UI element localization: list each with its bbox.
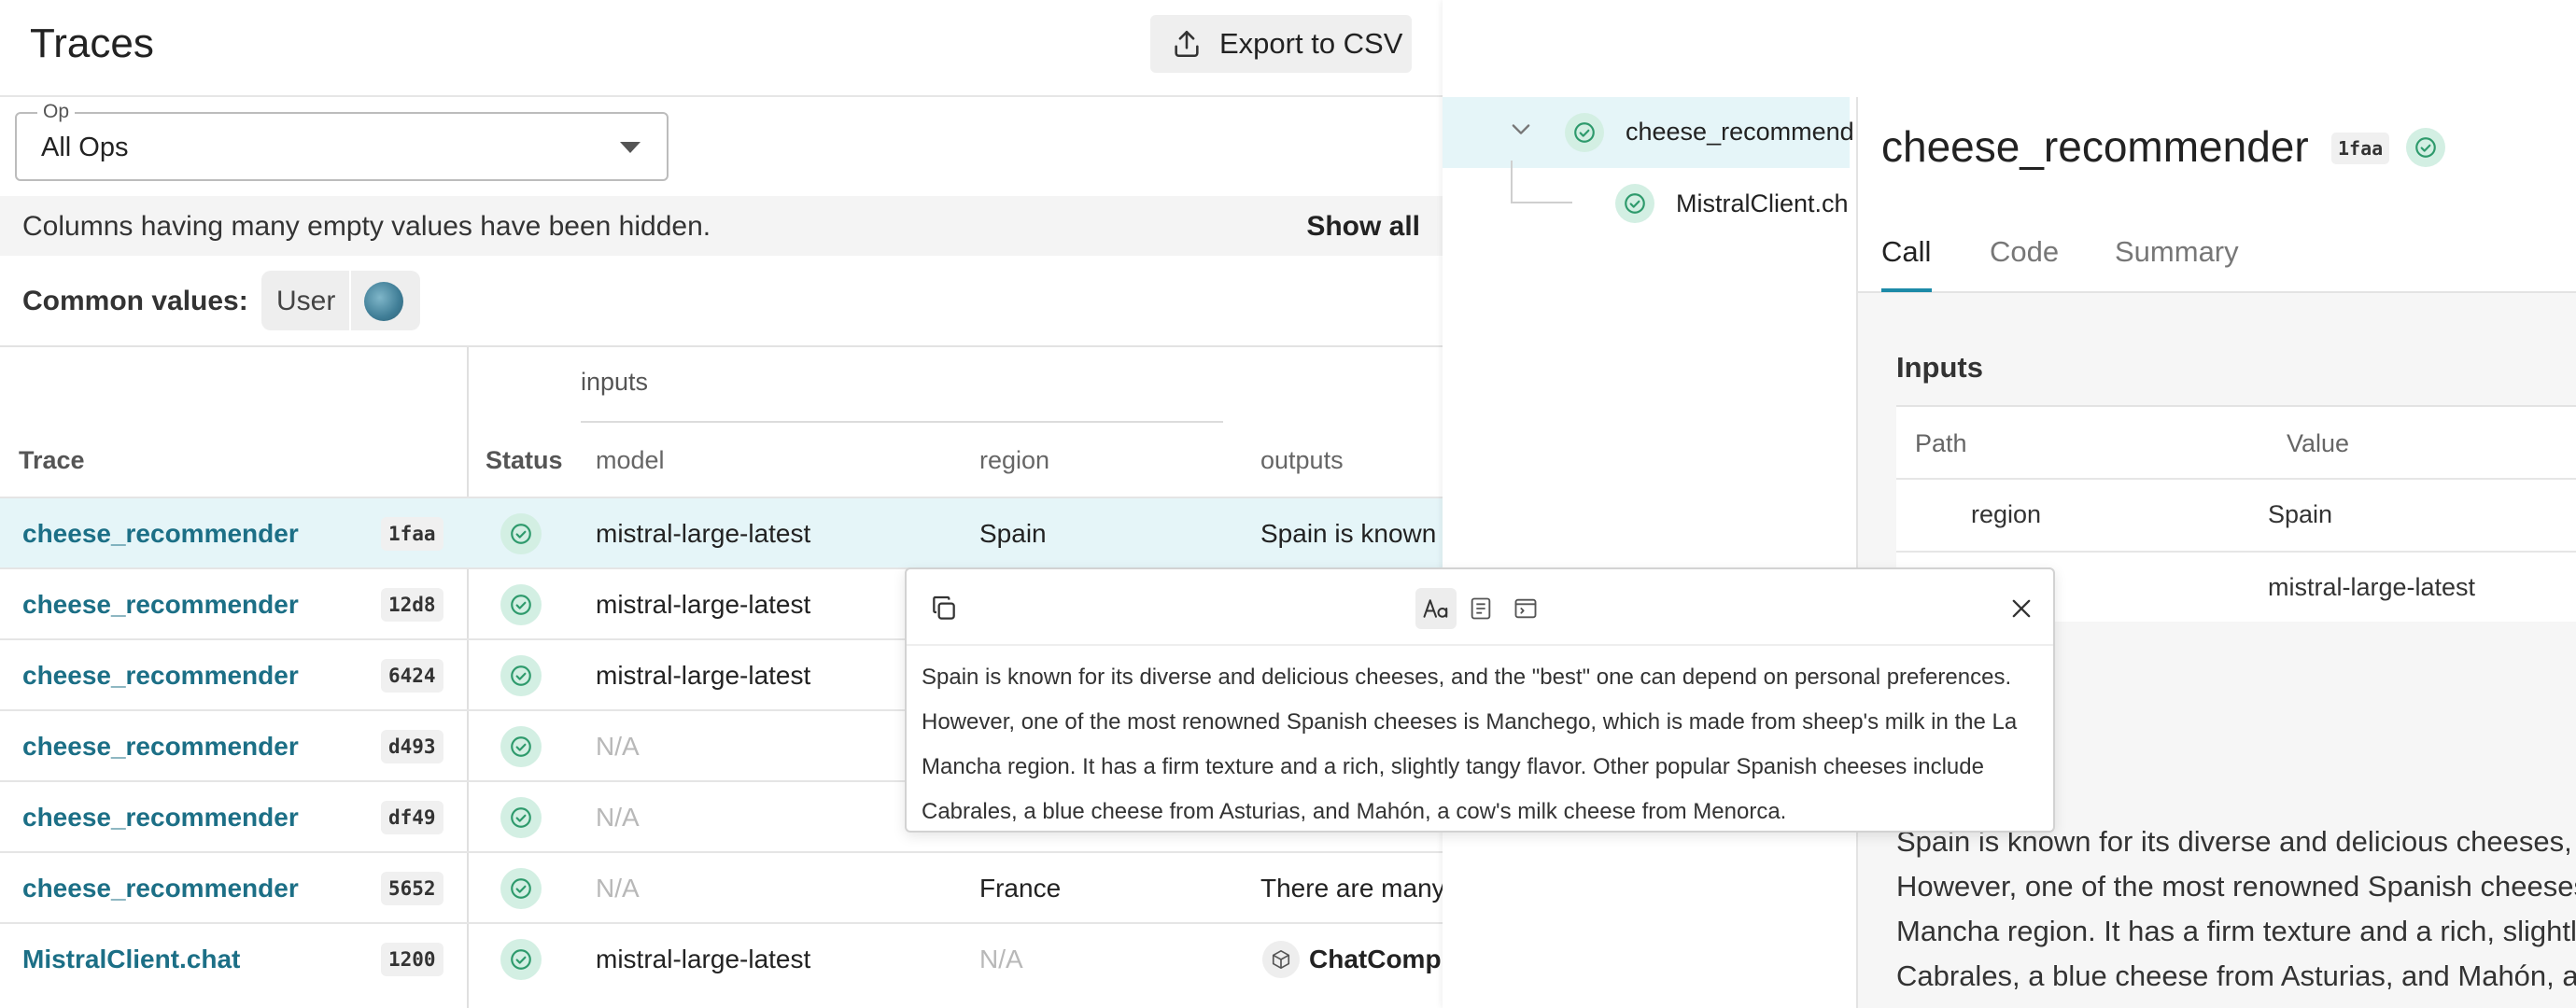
trace-id-badge[interactable]: 5652 (381, 872, 443, 905)
active-tab-indicator (1881, 288, 1932, 292)
trace-link[interactable]: cheese_recommender (22, 519, 299, 549)
tree-item-label[interactable]: MistralClient.ch (1676, 189, 1849, 218)
model-cell: N/A (596, 874, 640, 903)
upload-icon (1175, 30, 1199, 58)
chevron-down-icon[interactable] (1508, 116, 1534, 142)
col-header-region[interactable]: region (979, 446, 1049, 475)
op-select-label: Op (37, 101, 76, 123)
show-all-button[interactable]: Show all (1306, 211, 1420, 243)
col-header-trace[interactable]: Trace (19, 446, 85, 475)
traces-header: Traces Export to CSV (0, 0, 1443, 97)
output-line: Mancha region. It has a firm texture and… (1896, 915, 2576, 947)
check-circle-icon (1615, 184, 1654, 223)
input-value: mistral-large-latest (2268, 573, 2476, 601)
inputs-col-value: Value (2287, 429, 2350, 457)
inputs-section-title: Inputs (1896, 351, 1983, 384)
hidden-columns-message: Columns having many empty values have be… (22, 211, 711, 242)
trace-link[interactable]: cheese_recommender (22, 803, 299, 833)
col-header-status[interactable]: Status (486, 446, 563, 475)
user-avatar (364, 282, 403, 321)
table-row[interactable]: MistralClient.chat 1200 mistral-large-late… (0, 922, 1463, 993)
region-cell: France (979, 874, 1062, 903)
tree-item-label[interactable]: cheese_recommend (1626, 118, 1854, 147)
tab-summary[interactable]: Summary (2115, 235, 2239, 269)
export-csv-button[interactable]: Export to CSV (1150, 15, 1412, 73)
dropdown-caret-icon (620, 142, 640, 153)
check-circle-icon (500, 513, 542, 554)
text-format-icon[interactable] (1415, 588, 1457, 629)
trace-link[interactable]: cheese_recommender (22, 732, 299, 762)
export-csv-label: Export to CSV (1219, 27, 1403, 60)
tree-connector (1511, 161, 1572, 203)
trace-link[interactable]: cheese_recommender (22, 661, 299, 691)
common-values-label: Common values: (22, 286, 248, 316)
group-header-underline (581, 421, 1223, 423)
trace-id-badge[interactable]: 12d8 (381, 588, 443, 622)
trace-id-badge[interactable]: df49 (381, 801, 443, 834)
region-cell: Spain (979, 519, 1047, 548)
output-cell[interactable]: Spain is known f (1260, 519, 1451, 549)
trace-link[interactable]: cheese_recommender (22, 590, 299, 620)
output-cell[interactable]: ChatComple (1309, 945, 1463, 974)
output-line: However, one of the most renowned Spanis… (1896, 870, 2576, 903)
popover-divider (907, 644, 2053, 646)
op-select-value: All Ops (41, 133, 129, 162)
table-row[interactable]: cheese_recommender 5652 N/A France There are… (0, 851, 1467, 922)
input-value: Spain (2268, 500, 2333, 528)
output-line: Cabrales, a blue cheese from Asturias, a… (1896, 959, 2576, 992)
call-id-badge[interactable]: 1faa (2331, 133, 2390, 164)
check-circle-icon (500, 584, 542, 625)
call-detail-pane: cheese_recommend MistralClient.ch cheese… (1443, 0, 2576, 1008)
tab-code[interactable]: Code (1990, 235, 2059, 269)
output-cell[interactable]: There are many d (1260, 874, 1467, 903)
common-value-key: User (276, 286, 336, 316)
check-circle-icon (500, 655, 542, 696)
hidden-columns-banner: Columns having many empty values have be… (0, 196, 1443, 256)
check-circle-icon (500, 797, 542, 838)
check-circle-icon (500, 868, 542, 909)
trace-link[interactable]: cheese_recommender (22, 874, 299, 903)
copy-icon[interactable] (929, 594, 959, 623)
trace-link[interactable]: MistralClient.chat (22, 945, 240, 974)
code-icon[interactable] (1505, 588, 1546, 629)
model-cell: mistral-large-latest (596, 661, 811, 690)
check-circle-icon (1565, 113, 1604, 152)
check-circle-icon (500, 939, 542, 980)
check-circle-icon (500, 726, 542, 767)
page-title: Traces (30, 21, 154, 66)
trace-id-badge[interactable]: d493 (381, 730, 443, 763)
inputs-col-path: Path (1915, 429, 1967, 457)
close-icon[interactable] (2008, 595, 2034, 622)
inputs-row: region Spain (1896, 478, 2576, 551)
call-title: cheese_recommender (1881, 122, 2309, 171)
tab-call[interactable]: Call (1881, 235, 1931, 269)
model-cell: mistral-large-latest (596, 945, 811, 973)
trace-id-badge[interactable]: 6424 (381, 659, 443, 693)
region-cell: N/A (979, 945, 1023, 973)
trace-id-badge[interactable]: 1faa (381, 517, 443, 551)
col-header-outputs[interactable]: outputs (1260, 446, 1344, 475)
model-cell: N/A (596, 732, 640, 761)
model-cell: mistral-large-latest (596, 519, 811, 548)
model-cell: mistral-large-latest (596, 590, 811, 619)
trace-id-badge[interactable]: 1200 (381, 943, 443, 976)
col-header-model[interactable]: model (596, 446, 665, 475)
common-value-user-chip[interactable]: User (261, 271, 420, 330)
op-select[interactable]: Op All Ops (15, 101, 669, 181)
inputs-group-header: inputs (581, 368, 649, 396)
cell-value-popover: Spain is known for its diverse and delic… (905, 567, 2055, 833)
traces-pane: Traces Export to CSV Op All Ops Columns … (0, 0, 1467, 1008)
document-icon[interactable] (1460, 588, 1501, 629)
model-cell: N/A (596, 803, 640, 832)
chip-divider (349, 271, 351, 330)
table-row[interactable]: cheese_recommender 1faa mistral-large-late… (0, 497, 1451, 567)
check-circle-icon (2406, 128, 2445, 167)
cube-icon (1262, 941, 1300, 978)
popover-text: Spain is known for its diverse and delic… (922, 665, 2018, 824)
output-text: Spain is known for its diverse and delic… (1896, 819, 2576, 999)
input-path: region (1971, 500, 2042, 528)
